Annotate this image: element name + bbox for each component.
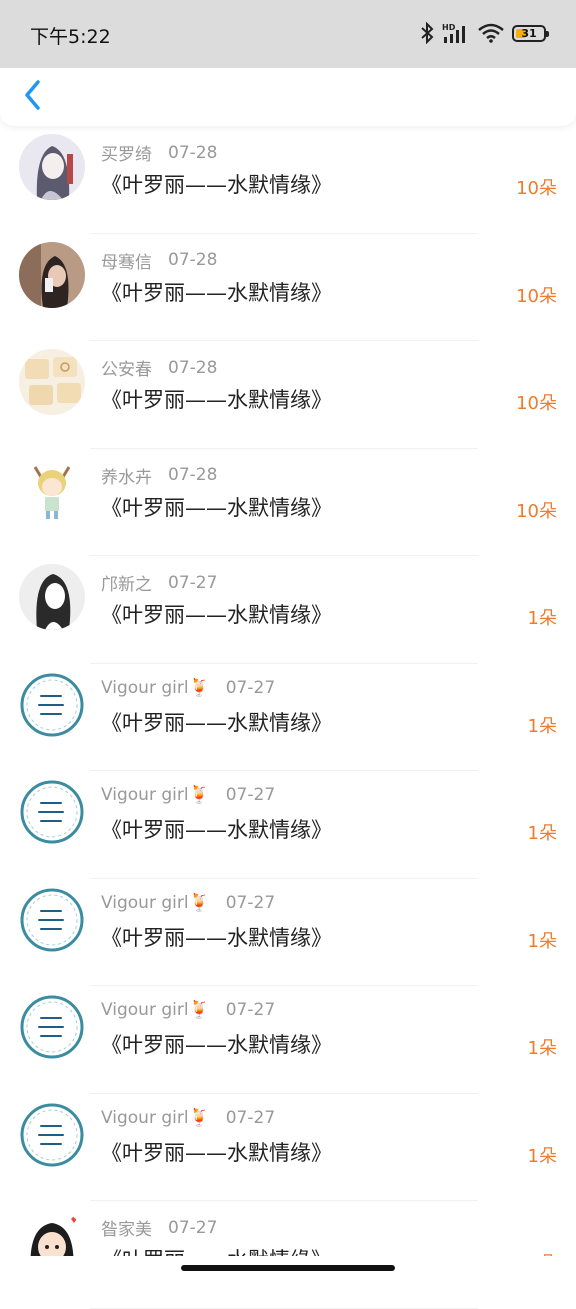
status-icons: HD 31	[420, 18, 549, 48]
work-title: 《叶罗丽——水默情缘》	[101, 1140, 332, 1165]
user-name: 昝家美	[101, 1220, 152, 1240]
svg-text:HD: HD	[442, 23, 456, 32]
user-name: Vigour girl🍹	[101, 892, 210, 913]
list-item[interactable]: Vigour girl🍹 07-27 《叶罗丽——水默情缘》 1朵	[0, 771, 576, 879]
date-label: 07-28	[168, 465, 218, 485]
user-name: 买罗绮	[101, 145, 152, 165]
item-meta: 公安春 07-28	[101, 355, 218, 381]
battery-icon: 31	[512, 24, 549, 42]
avatar[interactable]	[19, 241, 85, 308]
flower-amount: 1朵	[527, 823, 557, 844]
user-name: 公安春	[101, 360, 152, 380]
flower-amount: 1朵	[527, 1038, 557, 1059]
flower-amount: 10朵	[516, 285, 557, 307]
work-title: 《叶罗丽——水默情缘》	[101, 173, 332, 197]
chevron-left-icon	[25, 80, 40, 110]
date-label: 07-27	[168, 1217, 218, 1238]
flower-amount: 10朵	[516, 500, 557, 522]
avatar[interactable]	[19, 994, 85, 1060]
work-title: 《叶罗丽——水默情缘》	[101, 495, 332, 520]
avatar[interactable]	[19, 349, 85, 415]
work-title: 《叶罗丽——水默情缘》	[101, 925, 332, 950]
date-label: 07-27	[168, 572, 218, 593]
status-time: 下午5:22	[30, 26, 111, 48]
list-item[interactable]: Vigour girl🍹 07-27 《叶罗丽——水默情缘》 1朵	[0, 1094, 576, 1201]
user-name: Vigour girl🍹	[101, 1107, 210, 1128]
list-item[interactable]: Vigour girl🍹 07-27 《叶罗丽——水默情缘》 1朵	[0, 879, 576, 986]
item-meta: 邝新之 07-27	[101, 570, 218, 596]
work-title: 《叶罗丽——水默情缘》	[101, 603, 332, 627]
flower-amount: 1朵	[527, 608, 557, 629]
signal-icon: HD	[442, 23, 465, 43]
user-name: 养水卉	[101, 467, 152, 488]
flower-amount: 10朵	[516, 178, 557, 199]
date-label: 07-27	[225, 785, 276, 805]
date-label: 07-28	[168, 250, 218, 270]
list-item[interactable]: 昝家美07-27《叶罗丽——水默情缘》10朵	[0, 1201, 576, 1309]
user-name: Vigour girl🍹	[101, 677, 210, 698]
avatar[interactable]	[19, 671, 85, 738]
flower-amount: 10朵	[516, 393, 557, 414]
work-title: 《叶罗丽——水默情缘》	[101, 280, 332, 305]
list-item[interactable]: 公安春 07-28 《叶罗丽——水默情缘》 10朵	[0, 341, 576, 449]
user-name: Vigour girl🍹	[101, 1000, 210, 1020]
avatar[interactable]	[19, 134, 85, 200]
date-label: 07-27	[225, 1107, 276, 1128]
date-label: 07-28	[168, 142, 218, 163]
flower-amount: 1朵	[527, 715, 557, 737]
date-label: 07-28	[168, 357, 218, 378]
item-meta: Vigour girl🍹 07-27	[101, 1000, 275, 1020]
battery-level: 31	[521, 26, 537, 40]
gift-list: 买罗绮 07-28 《叶罗丽——水默情缘》 10朵 母骞信 07-28 《叶罗丽——水默情缘…	[0, 126, 576, 1309]
list-item[interactable]: 买罗绮 07-28 《叶罗丽——水默情缘》 10朵	[0, 126, 576, 234]
work-title: 《叶罗丽——水默情缘》	[101, 1033, 332, 1057]
avatar[interactable]	[19, 1101, 85, 1168]
item-meta: 母骞信 07-28	[101, 248, 217, 273]
avatar[interactable]	[19, 564, 85, 630]
item-meta: Vigour girl🍹 07-27	[101, 785, 275, 805]
back-button[interactable]	[20, 78, 46, 112]
list-item[interactable]: 邝新之 07-27 《叶罗丽——水默情缘》 1朵	[0, 556, 576, 664]
item-meta: 养水卉 07-28	[101, 463, 217, 488]
flower-amount: 1朵	[527, 1145, 557, 1167]
list-item[interactable]: 养水卉 07-28 《叶罗丽——水默情缘》 10朵	[0, 449, 576, 556]
work-title: 《叶罗丽——水默情缘》	[101, 818, 332, 842]
list-item[interactable]: 母骞信 07-28 《叶罗丽——水默情缘》 10朵	[0, 234, 576, 341]
bluetooth-icon	[421, 22, 434, 44]
list-item[interactable]: Vigour girl🍹 07-27 《叶罗丽——水默情缘》 1朵	[0, 664, 576, 771]
divider	[90, 1307, 478, 1309]
date-label: 07-27	[225, 892, 276, 913]
home-indicator[interactable]	[181, 1265, 395, 1271]
item-meta: 昝家美 07-27	[101, 1215, 218, 1241]
item-meta: Vigour girl🍹 07-27	[101, 678, 275, 698]
list-item[interactable]: Vigour girl🍹 07-27 《叶罗丽——水默情缘》 1朵	[0, 986, 576, 1094]
avatar[interactable]	[19, 779, 85, 845]
avatar[interactable]	[19, 886, 85, 953]
avatar[interactable]	[19, 456, 85, 523]
work-title: 《叶罗丽——水默情缘》	[101, 388, 332, 412]
user-name: Vigour girl🍹	[101, 785, 210, 805]
status-bar: 下午5:22 HD 31	[0, 0, 576, 68]
user-name: 母骞信	[101, 252, 152, 273]
item-meta: 买罗绮 07-28	[101, 140, 218, 166]
item-meta: Vigour girl🍹 07-27	[101, 1108, 275, 1128]
work-title: 《叶罗丽——水默情缘》	[101, 710, 332, 735]
wifi-icon	[478, 23, 504, 43]
flower-amount: 1朵	[527, 930, 557, 952]
user-name: 邝新之	[101, 575, 152, 595]
date-label: 07-27	[225, 677, 276, 698]
date-label: 07-27	[225, 1000, 276, 1020]
item-meta: Vigour girl🍹 07-27	[101, 893, 275, 913]
